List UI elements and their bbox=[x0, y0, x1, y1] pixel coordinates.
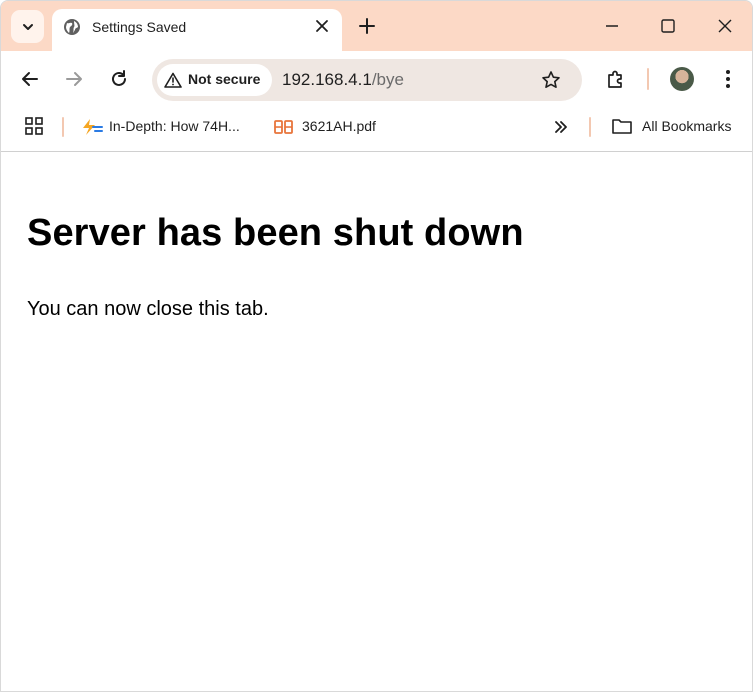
url-host: 192.168.4.1 bbox=[282, 70, 372, 89]
folder-icon bbox=[612, 119, 632, 134]
bookmarks-bar: In-Depth: How 74H... 3621AH.pdf All Book… bbox=[1, 105, 752, 152]
all-bookmarks-button[interactable]: All Bookmarks bbox=[609, 105, 749, 151]
security-label: Not secure bbox=[188, 71, 261, 87]
bookmarks-divider bbox=[589, 117, 591, 137]
bookmarks-divider bbox=[62, 117, 64, 137]
page-heading: Server has been shut down bbox=[27, 212, 524, 254]
browser-window: Settings Saved Not secure 192.168.4.1/by… bbox=[0, 0, 753, 692]
bookmark-label: 3621AH.pdf bbox=[302, 118, 376, 134]
new-tab-icon[interactable] bbox=[358, 17, 376, 35]
bookmark-star-icon[interactable] bbox=[541, 70, 561, 90]
chevron-double-right-icon[interactable] bbox=[554, 120, 568, 134]
close-window-icon[interactable] bbox=[716, 17, 734, 35]
bookmark-item-pdf[interactable]: 3621AH.pdf bbox=[273, 105, 393, 151]
all-bookmarks-label: All Bookmarks bbox=[642, 118, 732, 134]
address-bar[interactable]: Not secure 192.168.4.1/bye bbox=[152, 59, 582, 101]
tab-search-button[interactable] bbox=[11, 10, 44, 43]
back-arrow-icon[interactable] bbox=[20, 69, 40, 89]
chevron-down-icon bbox=[22, 23, 33, 30]
minimize-icon[interactable] bbox=[603, 17, 621, 35]
lightning-favicon-icon bbox=[83, 119, 103, 135]
tab-settings-saved[interactable]: Settings Saved bbox=[52, 9, 342, 51]
globe-icon bbox=[64, 19, 80, 35]
tab-title: Settings Saved bbox=[92, 19, 187, 35]
close-tab-icon[interactable] bbox=[314, 18, 330, 34]
navigation-toolbar: Not secure 192.168.4.1/bye bbox=[1, 51, 752, 105]
url-text[interactable]: 192.168.4.1/bye bbox=[282, 70, 404, 90]
reload-icon[interactable] bbox=[109, 69, 129, 89]
pdf-favicon-icon bbox=[274, 120, 293, 134]
bookmark-label: In-Depth: How 74H... bbox=[109, 118, 240, 134]
tab-strip: Settings Saved bbox=[1, 1, 752, 51]
toolbar-divider bbox=[647, 68, 649, 90]
site-security-chip[interactable]: Not secure bbox=[157, 64, 272, 96]
page-message: You can now close this tab. bbox=[27, 298, 269, 320]
extensions-puzzle-icon[interactable] bbox=[605, 69, 625, 89]
url-path: /bye bbox=[371, 70, 404, 89]
bookmark-item-in-depth[interactable]: In-Depth: How 74H... bbox=[79, 105, 259, 151]
apps-grid-icon[interactable] bbox=[25, 117, 43, 135]
forward-arrow-icon[interactable] bbox=[64, 69, 84, 89]
warning-triangle-icon bbox=[164, 72, 182, 88]
more-menu-icon[interactable] bbox=[725, 69, 731, 89]
maximize-icon[interactable] bbox=[659, 17, 677, 35]
profile-avatar[interactable] bbox=[670, 67, 694, 91]
page-content: Server has been shut down You can now cl… bbox=[1, 152, 752, 691]
